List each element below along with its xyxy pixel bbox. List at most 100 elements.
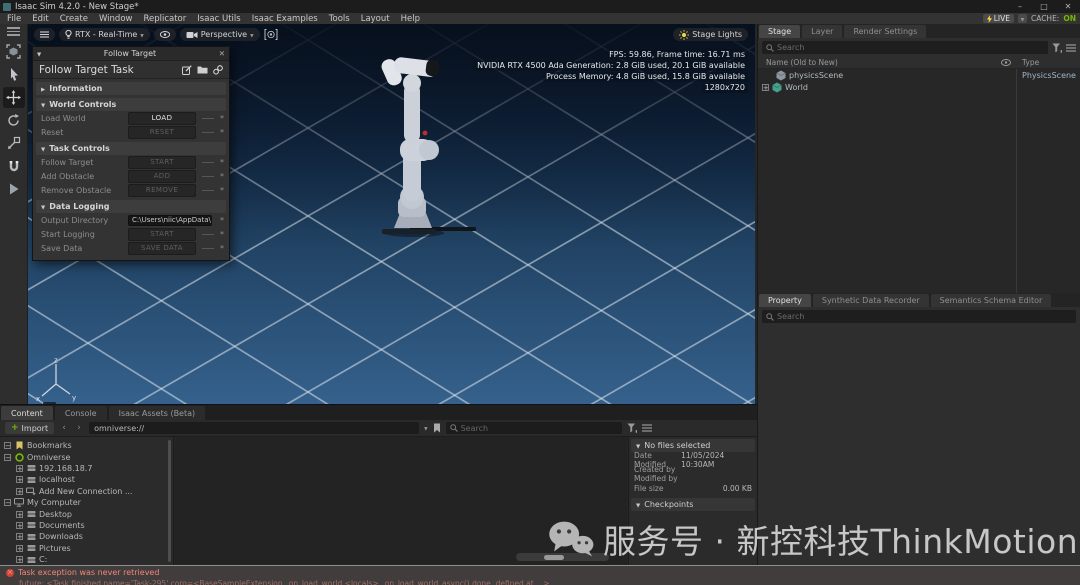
- stage-lights-button[interactable]: Stage Lights: [673, 28, 748, 41]
- name-column-header[interactable]: Name (Old to New): [758, 58, 838, 67]
- tab-synthetic-data-recorder[interactable]: Synthetic Data Recorder: [813, 294, 929, 307]
- play-button[interactable]: [3, 179, 25, 200]
- menu-help[interactable]: Help: [401, 14, 420, 24]
- forward-icon[interactable]: [74, 423, 84, 433]
- robot-arm[interactable]: [328, 52, 478, 237]
- live-sync-button[interactable]: LIVE: [983, 14, 1014, 23]
- expand-icon[interactable]: [762, 84, 769, 91]
- tree-item-omniverse[interactable]: Omniverse: [0, 451, 173, 462]
- menu-window[interactable]: Window: [99, 14, 133, 24]
- tree-item-downloads[interactable]: Downloads: [0, 531, 173, 542]
- expand-icon[interactable]: [16, 545, 23, 552]
- eye-icon[interactable]: [1001, 59, 1011, 66]
- stage-row-physics-scene[interactable]: physicsScene PhysicsScene: [758, 69, 1080, 81]
- tree-item-localhost[interactable]: localhost: [0, 474, 173, 485]
- property-search[interactable]: [762, 310, 1076, 323]
- viewport-menu-button[interactable]: [34, 28, 55, 41]
- slider-handle[interactable]: [544, 555, 564, 560]
- tree-item-pictures[interactable]: Pictures: [0, 543, 173, 554]
- chevron-down-icon[interactable]: [424, 423, 427, 433]
- move-tool-button[interactable]: [3, 87, 25, 108]
- checkpoints-header[interactable]: Checkpoints: [631, 498, 755, 511]
- remove-obstacle-button[interactable]: REMOVE: [128, 184, 196, 197]
- tab-console[interactable]: Console: [55, 406, 107, 420]
- menu-isaac-examples[interactable]: Isaac Examples: [252, 14, 318, 24]
- tree-item-add-connection[interactable]: Add New Connection ...: [0, 486, 173, 497]
- options-icon[interactable]: [1066, 44, 1076, 52]
- filter-icon[interactable]: [627, 423, 637, 433]
- expand-icon[interactable]: [16, 556, 23, 563]
- tab-property[interactable]: Property: [759, 294, 811, 307]
- tab-semantics-schema-editor[interactable]: Semantics Schema Editor: [931, 294, 1052, 307]
- tree-item-desktop[interactable]: Desktop: [0, 508, 173, 519]
- property-search-input[interactable]: [777, 312, 1072, 321]
- folder-icon[interactable]: [197, 65, 208, 74]
- section-task-controls[interactable]: Task Controls: [36, 142, 226, 155]
- tree-item-documents[interactable]: Documents: [0, 520, 173, 531]
- collapse-icon[interactable]: [4, 499, 11, 506]
- stage-row-world[interactable]: World: [758, 81, 1080, 93]
- panel-titlebar[interactable]: Follow Target ✕: [33, 47, 229, 61]
- expand-icon[interactable]: [16, 465, 23, 472]
- file-grid[interactable]: [175, 437, 627, 565]
- add-obstacle-button[interactable]: ADD: [128, 170, 196, 183]
- reset-button[interactable]: RESET: [128, 126, 196, 139]
- select-tool-button[interactable]: [3, 64, 25, 85]
- tab-render-settings[interactable]: Render Settings: [844, 25, 926, 38]
- start-follow-button[interactable]: START: [128, 156, 196, 169]
- menu-isaac-utils[interactable]: Isaac Utils: [197, 14, 240, 24]
- start-logging-button[interactable]: START: [128, 228, 196, 241]
- panel-close-icon[interactable]: ✕: [219, 49, 225, 58]
- save-data-button[interactable]: SAVE DATA: [128, 242, 196, 255]
- content-search[interactable]: [446, 422, 622, 434]
- section-world-controls[interactable]: World Controls: [36, 98, 226, 111]
- link-icon[interactable]: [213, 65, 223, 75]
- menu-file[interactable]: File: [7, 14, 21, 24]
- collapse-icon[interactable]: [4, 454, 11, 461]
- toolbar-menu-icon[interactable]: [7, 27, 20, 36]
- expand-icon[interactable]: [16, 476, 23, 483]
- address-bar[interactable]: [89, 422, 419, 434]
- selection-mode-button[interactable]: [3, 41, 25, 62]
- expand-icon[interactable]: [16, 488, 23, 495]
- expand-icon[interactable]: [16, 522, 23, 529]
- tab-isaac-assets[interactable]: Isaac Assets (Beta): [109, 406, 206, 420]
- bookmark-icon[interactable]: [433, 423, 441, 433]
- expand-icon[interactable]: [16, 511, 23, 518]
- tab-stage[interactable]: Stage: [759, 25, 800, 38]
- tree-item-server-1[interactable]: 192.168.18.7: [0, 463, 173, 474]
- edit-icon[interactable]: [182, 65, 192, 75]
- menu-replicator[interactable]: Replicator: [143, 14, 186, 24]
- collapse-icon[interactable]: [4, 442, 11, 449]
- snap-tool-button[interactable]: [3, 156, 25, 177]
- tree-item-bookmarks[interactable]: Bookmarks: [0, 440, 173, 451]
- rotate-tool-button[interactable]: [3, 110, 25, 131]
- load-button[interactable]: LOAD: [128, 112, 196, 125]
- back-icon[interactable]: [59, 423, 69, 433]
- tab-content[interactable]: Content: [1, 406, 53, 420]
- section-information[interactable]: Information: [36, 82, 226, 95]
- output-directory-field[interactable]: C:\Users\niic\AppData\Lo: [128, 215, 212, 226]
- tree-scrollbar[interactable]: [168, 440, 171, 562]
- menu-create[interactable]: Create: [60, 14, 88, 24]
- visibility-button[interactable]: [154, 28, 176, 41]
- expand-icon[interactable]: [16, 533, 23, 540]
- options-icon[interactable]: [642, 424, 652, 432]
- maximize-button[interactable]: □: [1032, 2, 1056, 11]
- renderer-selector[interactable]: RTX - Real-Time: [59, 28, 150, 41]
- minimize-button[interactable]: –: [1008, 2, 1032, 11]
- menu-edit[interactable]: Edit: [32, 14, 48, 24]
- import-button[interactable]: + Import: [5, 422, 54, 434]
- tree-item-c-drive[interactable]: C:: [0, 554, 173, 565]
- content-search-input[interactable]: [461, 424, 618, 433]
- menu-tools[interactable]: Tools: [329, 14, 350, 24]
- thumbnail-size-slider[interactable]: [516, 553, 609, 561]
- gizmo-toggle[interactable]: [264, 29, 278, 40]
- live-dropdown[interactable]: [1018, 14, 1027, 23]
- tab-layer[interactable]: Layer: [802, 25, 842, 38]
- stage-search[interactable]: [762, 41, 1048, 54]
- tree-item-my-computer[interactable]: My Computer: [0, 497, 173, 508]
- menu-layout[interactable]: Layout: [361, 14, 390, 24]
- camera-selector[interactable]: Perspective: [180, 28, 260, 41]
- type-column-header[interactable]: Type: [1022, 58, 1039, 67]
